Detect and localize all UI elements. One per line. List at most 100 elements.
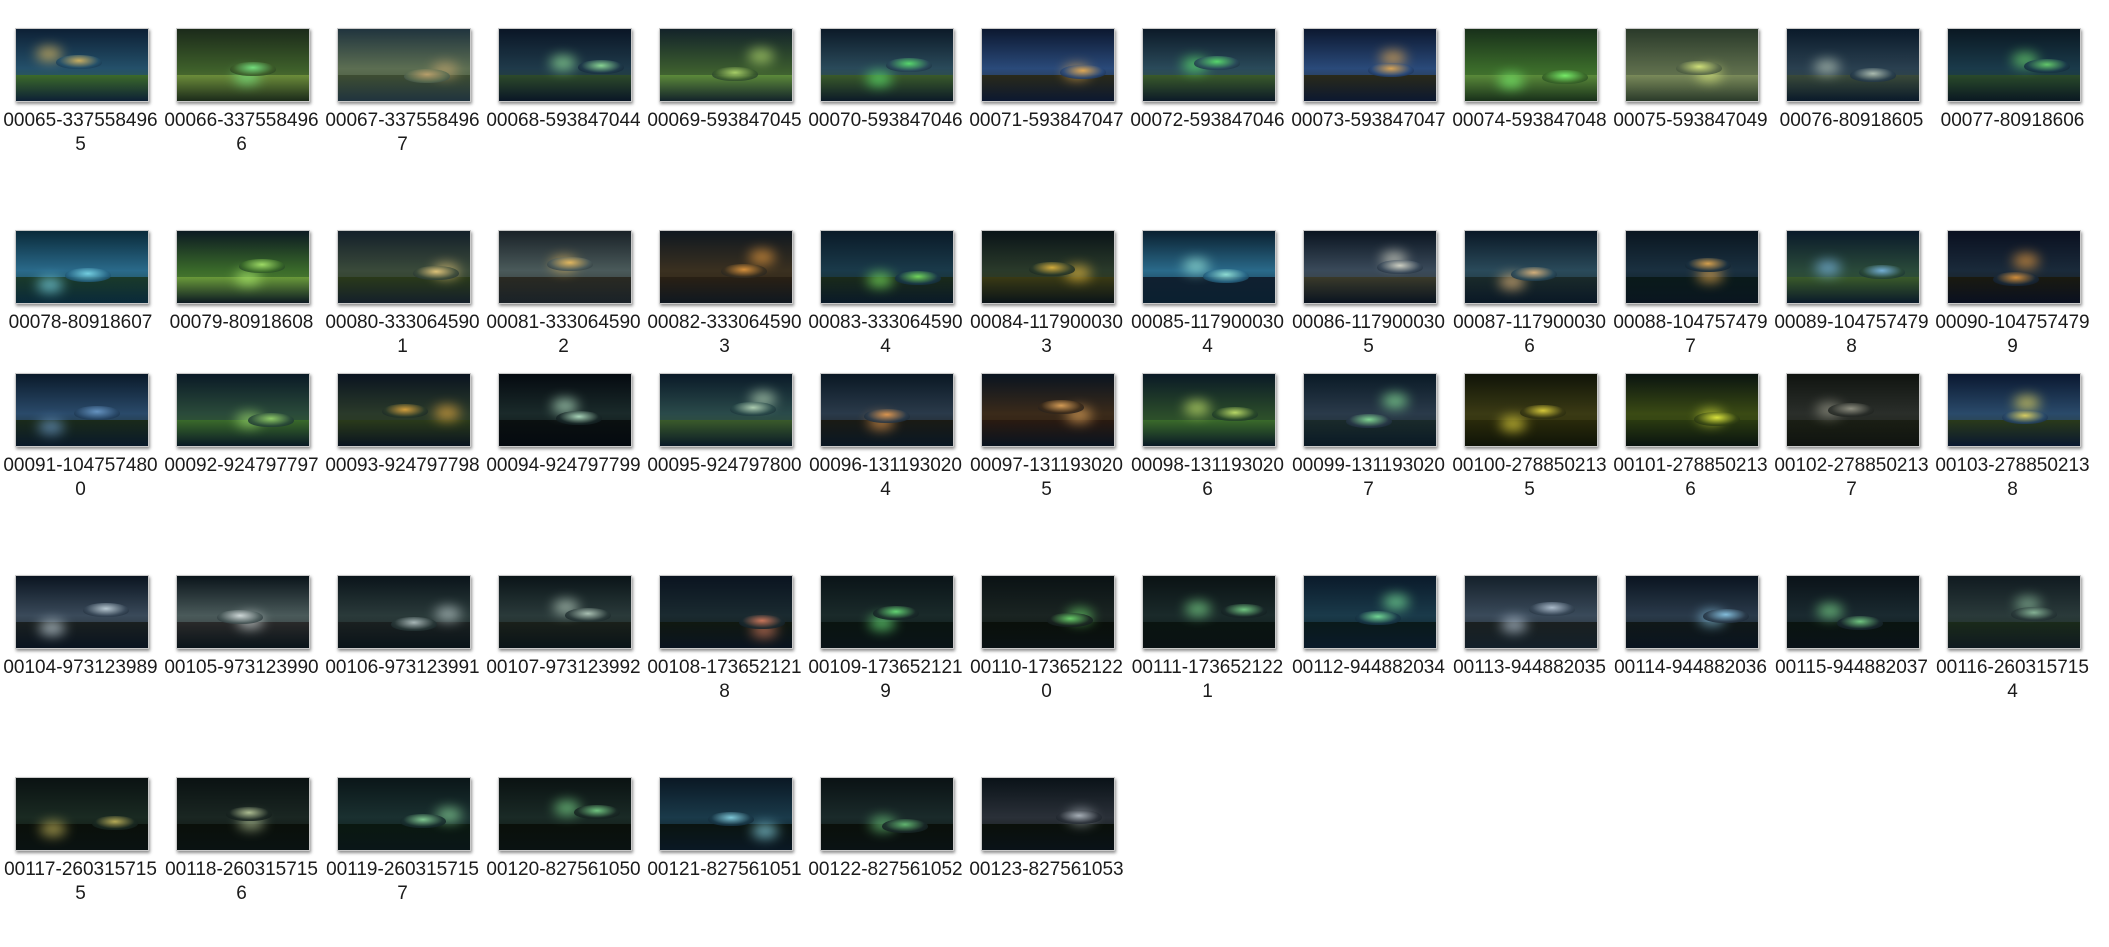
thumbnail-image [1625, 373, 1759, 447]
file-name: 00093-924797798 [325, 455, 480, 476]
file-name: 00088-1047574797 [1613, 312, 1768, 357]
file-item[interactable]: 00120-827561050 [483, 777, 644, 947]
file-item[interactable]: 00072-593847046 [1127, 28, 1288, 198]
file-name: 00119-2603157157 [326, 859, 479, 904]
file-item[interactable]: 00097-1311930205 [966, 373, 1127, 543]
thumbnail-image [176, 28, 310, 102]
file-name: 00084-1179000303 [970, 312, 1123, 357]
file-item[interactable]: 00114-944882036 [1610, 575, 1771, 745]
thumbnail-image [1625, 28, 1759, 102]
file-item[interactable]: 00091-1047574800 [0, 373, 161, 543]
file-item[interactable]: 00109-1736521219 [805, 575, 966, 745]
file-item[interactable]: 00111-1736521221 [1127, 575, 1288, 745]
file-item[interactable]: 00115-944882037 [1771, 575, 1932, 745]
thumbnail-image [1464, 575, 1598, 649]
thumbnail-image [1464, 230, 1598, 304]
file-name: 00122-827561052 [808, 859, 963, 880]
file-item[interactable]: 00103-2788502138 [1932, 373, 2093, 543]
file-item[interactable]: 00075-593847049 [1610, 28, 1771, 198]
file-item[interactable]: 00073-593847047 [1288, 28, 1449, 198]
file-item[interactable]: 00112-944882034 [1288, 575, 1449, 745]
file-item[interactable]: 00105-973123990 [161, 575, 322, 745]
file-item[interactable]: 00122-827561052 [805, 777, 966, 947]
thumbnail-image [820, 230, 954, 304]
file-name: 00082-3330645903 [647, 312, 802, 357]
thumbnail-image [820, 373, 954, 447]
file-name: 00116-2603157154 [1936, 657, 2089, 702]
file-item[interactable]: 00121-827561051 [644, 777, 805, 947]
file-item[interactable]: 00098-1311930206 [1127, 373, 1288, 543]
thumbnail-image [337, 28, 471, 102]
file-name: 00074-593847048 [1452, 110, 1607, 131]
file-item[interactable]: 00069-593847045 [644, 28, 805, 198]
file-name: 00096-1311930204 [809, 455, 962, 500]
file-item[interactable]: 00113-944882035 [1449, 575, 1610, 745]
file-item[interactable]: 00100-2788502135 [1449, 373, 1610, 543]
thumbnail-image [1464, 28, 1598, 102]
file-name: 00091-1047574800 [3, 455, 158, 500]
file-item[interactable]: 00119-2603157157 [322, 777, 483, 947]
file-item[interactable]: 00099-1311930207 [1288, 373, 1449, 543]
file-name: 00085-1179000304 [1131, 312, 1284, 357]
thumbnail-image [15, 373, 149, 447]
thumbnail-image [659, 230, 793, 304]
file-item[interactable]: 00071-593847047 [966, 28, 1127, 198]
file-item[interactable]: 00074-593847048 [1449, 28, 1610, 198]
thumbnail-image [1303, 28, 1437, 102]
file-item[interactable]: 00117-2603157155 [0, 777, 161, 947]
file-name: 00070-593847046 [808, 110, 963, 131]
file-name: 00065-3375584965 [3, 110, 158, 155]
thumbnail-image [1303, 230, 1437, 304]
file-item[interactable]: 00070-593847046 [805, 28, 966, 198]
thumbnail-image [981, 230, 1115, 304]
file-name: 00111-1736521221 [1131, 657, 1284, 702]
file-item[interactable]: 00066-3375584966 [161, 28, 322, 198]
file-name: 00095-924797800 [647, 455, 802, 476]
thumbnail-image [176, 230, 310, 304]
file-item[interactable]: 00104-973123989 [0, 575, 161, 745]
file-item[interactable]: 00101-2788502136 [1610, 373, 1771, 543]
thumbnail-image [981, 373, 1115, 447]
file-name: 00081-3330645902 [486, 312, 641, 357]
file-name: 00117-2603157155 [4, 859, 157, 904]
file-item[interactable]: 00108-1736521218 [644, 575, 805, 745]
thumbnail-image [1303, 575, 1437, 649]
file-item[interactable]: 00092-924797797 [161, 373, 322, 543]
file-name: 00102-2788502137 [1774, 455, 1929, 500]
thumbnail-image [659, 373, 793, 447]
file-name: 00118-2603157156 [165, 859, 318, 904]
thumbnail-image [1142, 230, 1276, 304]
file-item[interactable]: 00116-2603157154 [1932, 575, 2093, 745]
thumbnail-image [15, 777, 149, 851]
thumbnail-image [498, 230, 632, 304]
file-item[interactable]: 00077-80918606 [1932, 28, 2093, 198]
file-item[interactable]: 00076-80918605 [1771, 28, 1932, 198]
file-item[interactable]: 00106-973123991 [322, 575, 483, 745]
file-name: 00068-593847044 [486, 110, 641, 131]
file-item[interactable]: 00067-3375584967 [322, 28, 483, 198]
file-name: 00113-944882035 [1453, 657, 1606, 678]
file-item[interactable]: 00107-973123992 [483, 575, 644, 745]
file-name: 00109-1736521219 [808, 657, 963, 702]
file-item[interactable]: 00065-3375584965 [0, 28, 161, 198]
thumbnail-image [1142, 575, 1276, 649]
file-item[interactable]: 00123-827561053 [966, 777, 1127, 947]
thumbnail-image [15, 230, 149, 304]
file-item[interactable]: 00095-924797800 [644, 373, 805, 543]
file-name: 00108-1736521218 [647, 657, 802, 702]
file-name: 00121-827561051 [647, 859, 802, 880]
file-name: 00099-1311930207 [1292, 455, 1445, 500]
file-item[interactable]: 00094-924797799 [483, 373, 644, 543]
file-item[interactable]: 00102-2788502137 [1771, 373, 1932, 543]
file-item[interactable]: 00118-2603157156 [161, 777, 322, 947]
file-name: 00069-593847045 [647, 110, 802, 131]
file-item[interactable]: 00068-593847044 [483, 28, 644, 198]
file-item[interactable]: 00093-924797798 [322, 373, 483, 543]
file-name: 00067-3375584967 [325, 110, 480, 155]
file-item[interactable]: 00096-1311930204 [805, 373, 966, 543]
thumbnail-image [337, 777, 471, 851]
file-item[interactable]: 00110-1736521220 [966, 575, 1127, 745]
thumbnail-image [1142, 373, 1276, 447]
thumbnail-image [1464, 373, 1598, 447]
file-name: 00072-593847046 [1130, 110, 1285, 131]
